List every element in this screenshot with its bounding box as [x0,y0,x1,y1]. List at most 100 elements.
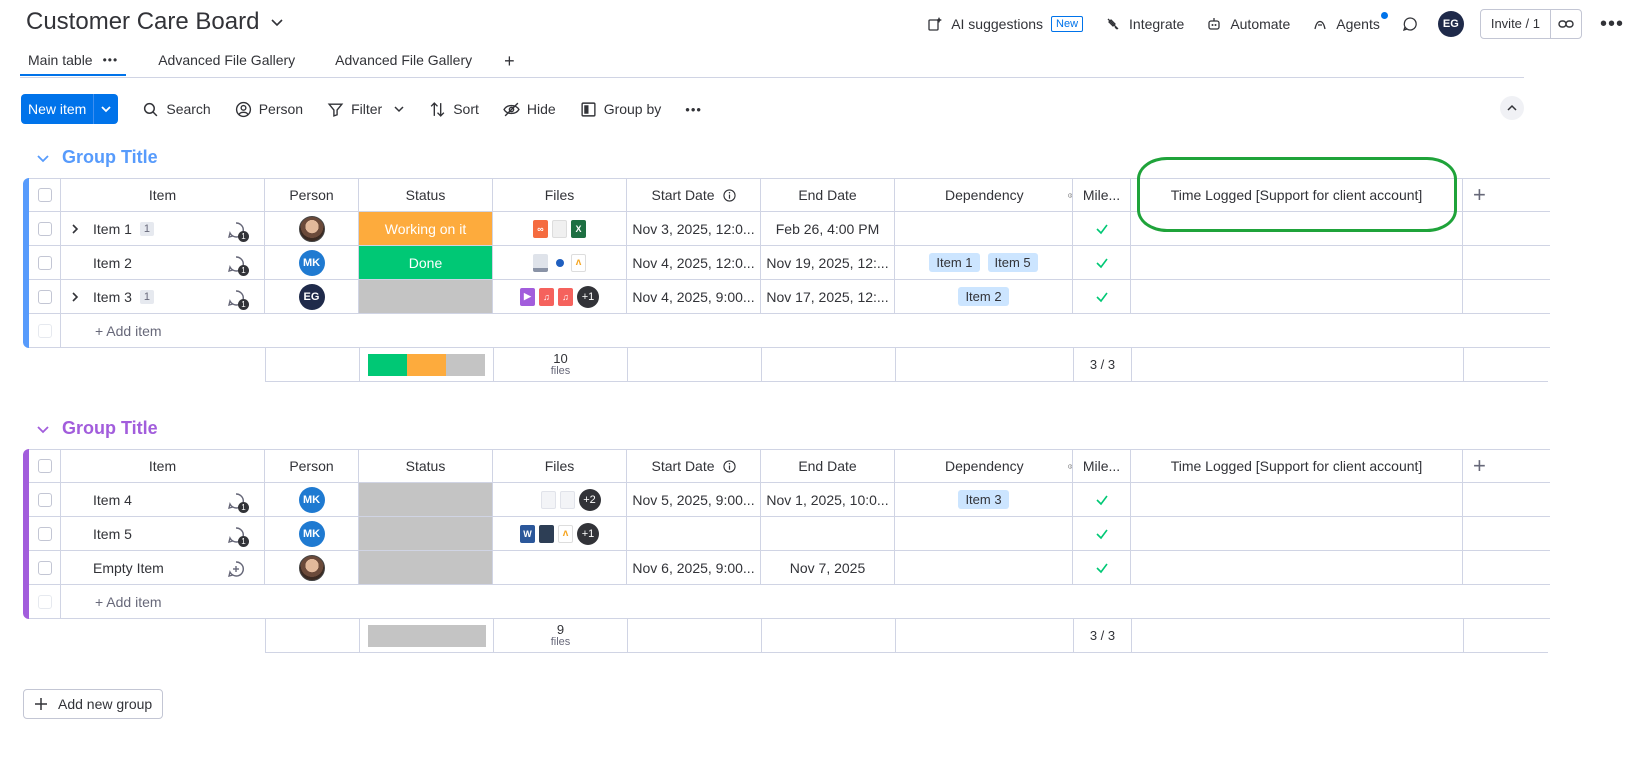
milestone-cell[interactable] [1073,483,1131,516]
updates-button[interactable] [1402,16,1418,32]
column-header-files[interactable]: Files [493,179,627,211]
column-header-end-date[interactable]: End Date [761,179,895,211]
group-title[interactable]: Group Title [36,147,158,168]
item-name[interactable]: Item 2 [93,255,132,271]
chart-file-icon[interactable] [552,253,567,272]
add-item-input[interactable]: + Add item [61,323,162,339]
person-filter-button[interactable]: Person [235,101,303,118]
info-icon[interactable] [722,459,736,473]
expand-subitems-icon[interactable] [69,291,89,303]
row-checkbox[interactable] [37,526,52,541]
logo-file-icon[interactable] [518,490,537,509]
row-select-cell[interactable] [29,551,61,584]
image-file-icon[interactable] [533,253,548,272]
dependency-chip[interactable]: Item 3 [958,490,1009,509]
document-file-icon[interactable] [559,490,575,509]
table-row[interactable]: Item 5 1 MK W ʌ +1 [29,517,1550,551]
row-select-cell[interactable] [29,280,61,313]
group-title-text[interactable]: Group Title [62,418,158,439]
item-name[interactable]: Item 5 [93,526,132,542]
status-label[interactable]: Working on it [359,212,492,245]
end-date-cell[interactable]: Feb 26, 4:00 PM [761,212,895,245]
expand-subitems-icon[interactable] [69,223,89,235]
info-icon[interactable] [722,188,736,202]
tab-menu-icon[interactable]: ••• [103,53,119,67]
avatar[interactable]: MK [298,486,325,513]
time-logged-cell[interactable] [1131,551,1463,584]
column-header-status[interactable]: Status [359,450,493,482]
row-select-cell[interactable] [29,517,61,550]
agents-button[interactable]: Agents [1312,12,1388,32]
add-view-icon[interactable]: + [504,52,515,70]
files-cell[interactable]: ▶ ♫ ♫ +1 [493,280,627,313]
person-cell[interactable]: MK [265,483,359,516]
image-file-icon[interactable] [539,524,554,543]
start-date-cell[interactable] [627,517,761,550]
column-header-milestone[interactable]: Mile... [1073,179,1131,211]
milestone-cell[interactable] [1073,517,1131,550]
row-select-cell[interactable] [29,246,61,279]
column-header-person[interactable]: Person [265,179,359,211]
row-checkbox[interactable] [37,289,52,304]
excel-file-icon[interactable]: X [571,219,586,238]
status-cell[interactable] [359,551,493,584]
time-logged-cell[interactable] [1131,483,1463,516]
status-label[interactable] [359,483,492,516]
select-all-cell[interactable] [29,179,61,211]
add-column-icon[interactable]: + [1463,450,1547,482]
word-file-icon[interactable]: W [520,524,535,543]
files-cell[interactable]: +2 [493,483,627,516]
milestone-cell[interactable] [1073,551,1131,584]
status-label[interactable] [359,517,492,550]
collapse-header-button[interactable] [1500,96,1524,120]
column-header-item[interactable]: Item [61,179,265,211]
add-update-icon[interactable] [226,559,246,579]
status-label[interactable]: Done [359,246,492,279]
filter-button[interactable]: Filter [327,101,405,118]
sort-button[interactable]: Sort [429,101,479,118]
add-item-row[interactable]: + Add item [29,314,1550,348]
add-column-icon[interactable]: + [1463,179,1547,211]
dependency-chip[interactable]: Item 5 [987,253,1038,272]
column-header-end-date[interactable]: End Date [761,450,895,482]
status-distribution-bar[interactable] [367,353,486,376]
status-cell[interactable]: Done [359,246,493,279]
column-header-start-date[interactable]: Start Date [627,450,761,482]
monday-file-icon[interactable]: ʌ [558,524,573,543]
time-logged-cell[interactable] [1131,246,1463,279]
search-button[interactable]: Search [142,101,211,118]
dependency-cell[interactable]: Item 1 Item 5 [895,246,1073,279]
status-summary-cell[interactable] [360,348,494,381]
integrate-button[interactable]: Integrate [1105,16,1184,32]
audio-file-icon[interactable]: ♫ [539,287,554,306]
status-cell[interactable] [359,280,493,313]
dependency-cell[interactable] [895,551,1073,584]
board-title[interactable]: Customer Care Board [26,8,285,36]
conversation-icon[interactable]: 1 [226,220,249,242]
group-by-button[interactable]: Group by [580,101,661,118]
conversation-icon[interactable]: 1 [226,254,249,276]
new-item-dropdown[interactable] [94,94,118,124]
dependency-chip[interactable]: Item 1 [929,253,980,272]
item-name-cell[interactable]: Item 4 1 [61,483,265,516]
row-checkbox[interactable] [37,221,52,236]
end-date-cell[interactable]: Nov 1, 2025, 10:0... [761,483,895,516]
milestone-cell[interactable] [1073,246,1131,279]
invite-button[interactable]: Invite / 1 [1479,9,1582,39]
chevron-down-icon[interactable] [36,422,50,436]
group-title-text[interactable]: Group Title [62,147,158,168]
column-header-start-date[interactable]: Start Date [627,179,761,211]
hide-button[interactable]: Hide [503,101,556,118]
table-row[interactable]: Item 4 1 MK +2 Nov 5, 2025, 9:00... Nov … [29,483,1550,517]
files-cell[interactable]: ∞ X [493,212,627,245]
person-cell[interactable] [265,212,359,245]
column-header-milestone[interactable]: Mile... [1073,450,1131,482]
invite-label[interactable]: Invite / 1 [1481,10,1551,38]
start-date-cell[interactable]: Nov 4, 2025, 9:00... [627,280,761,313]
chevron-down-icon[interactable] [269,14,285,30]
avatar[interactable]: EG [298,283,325,310]
files-summary-cell[interactable]: 9 files [494,619,628,652]
select-all-checkbox[interactable] [37,459,52,473]
start-date-cell[interactable]: Nov 5, 2025, 9:00... [627,483,761,516]
column-header-time-logged[interactable]: Time Logged [Support for client account] [1131,179,1463,211]
